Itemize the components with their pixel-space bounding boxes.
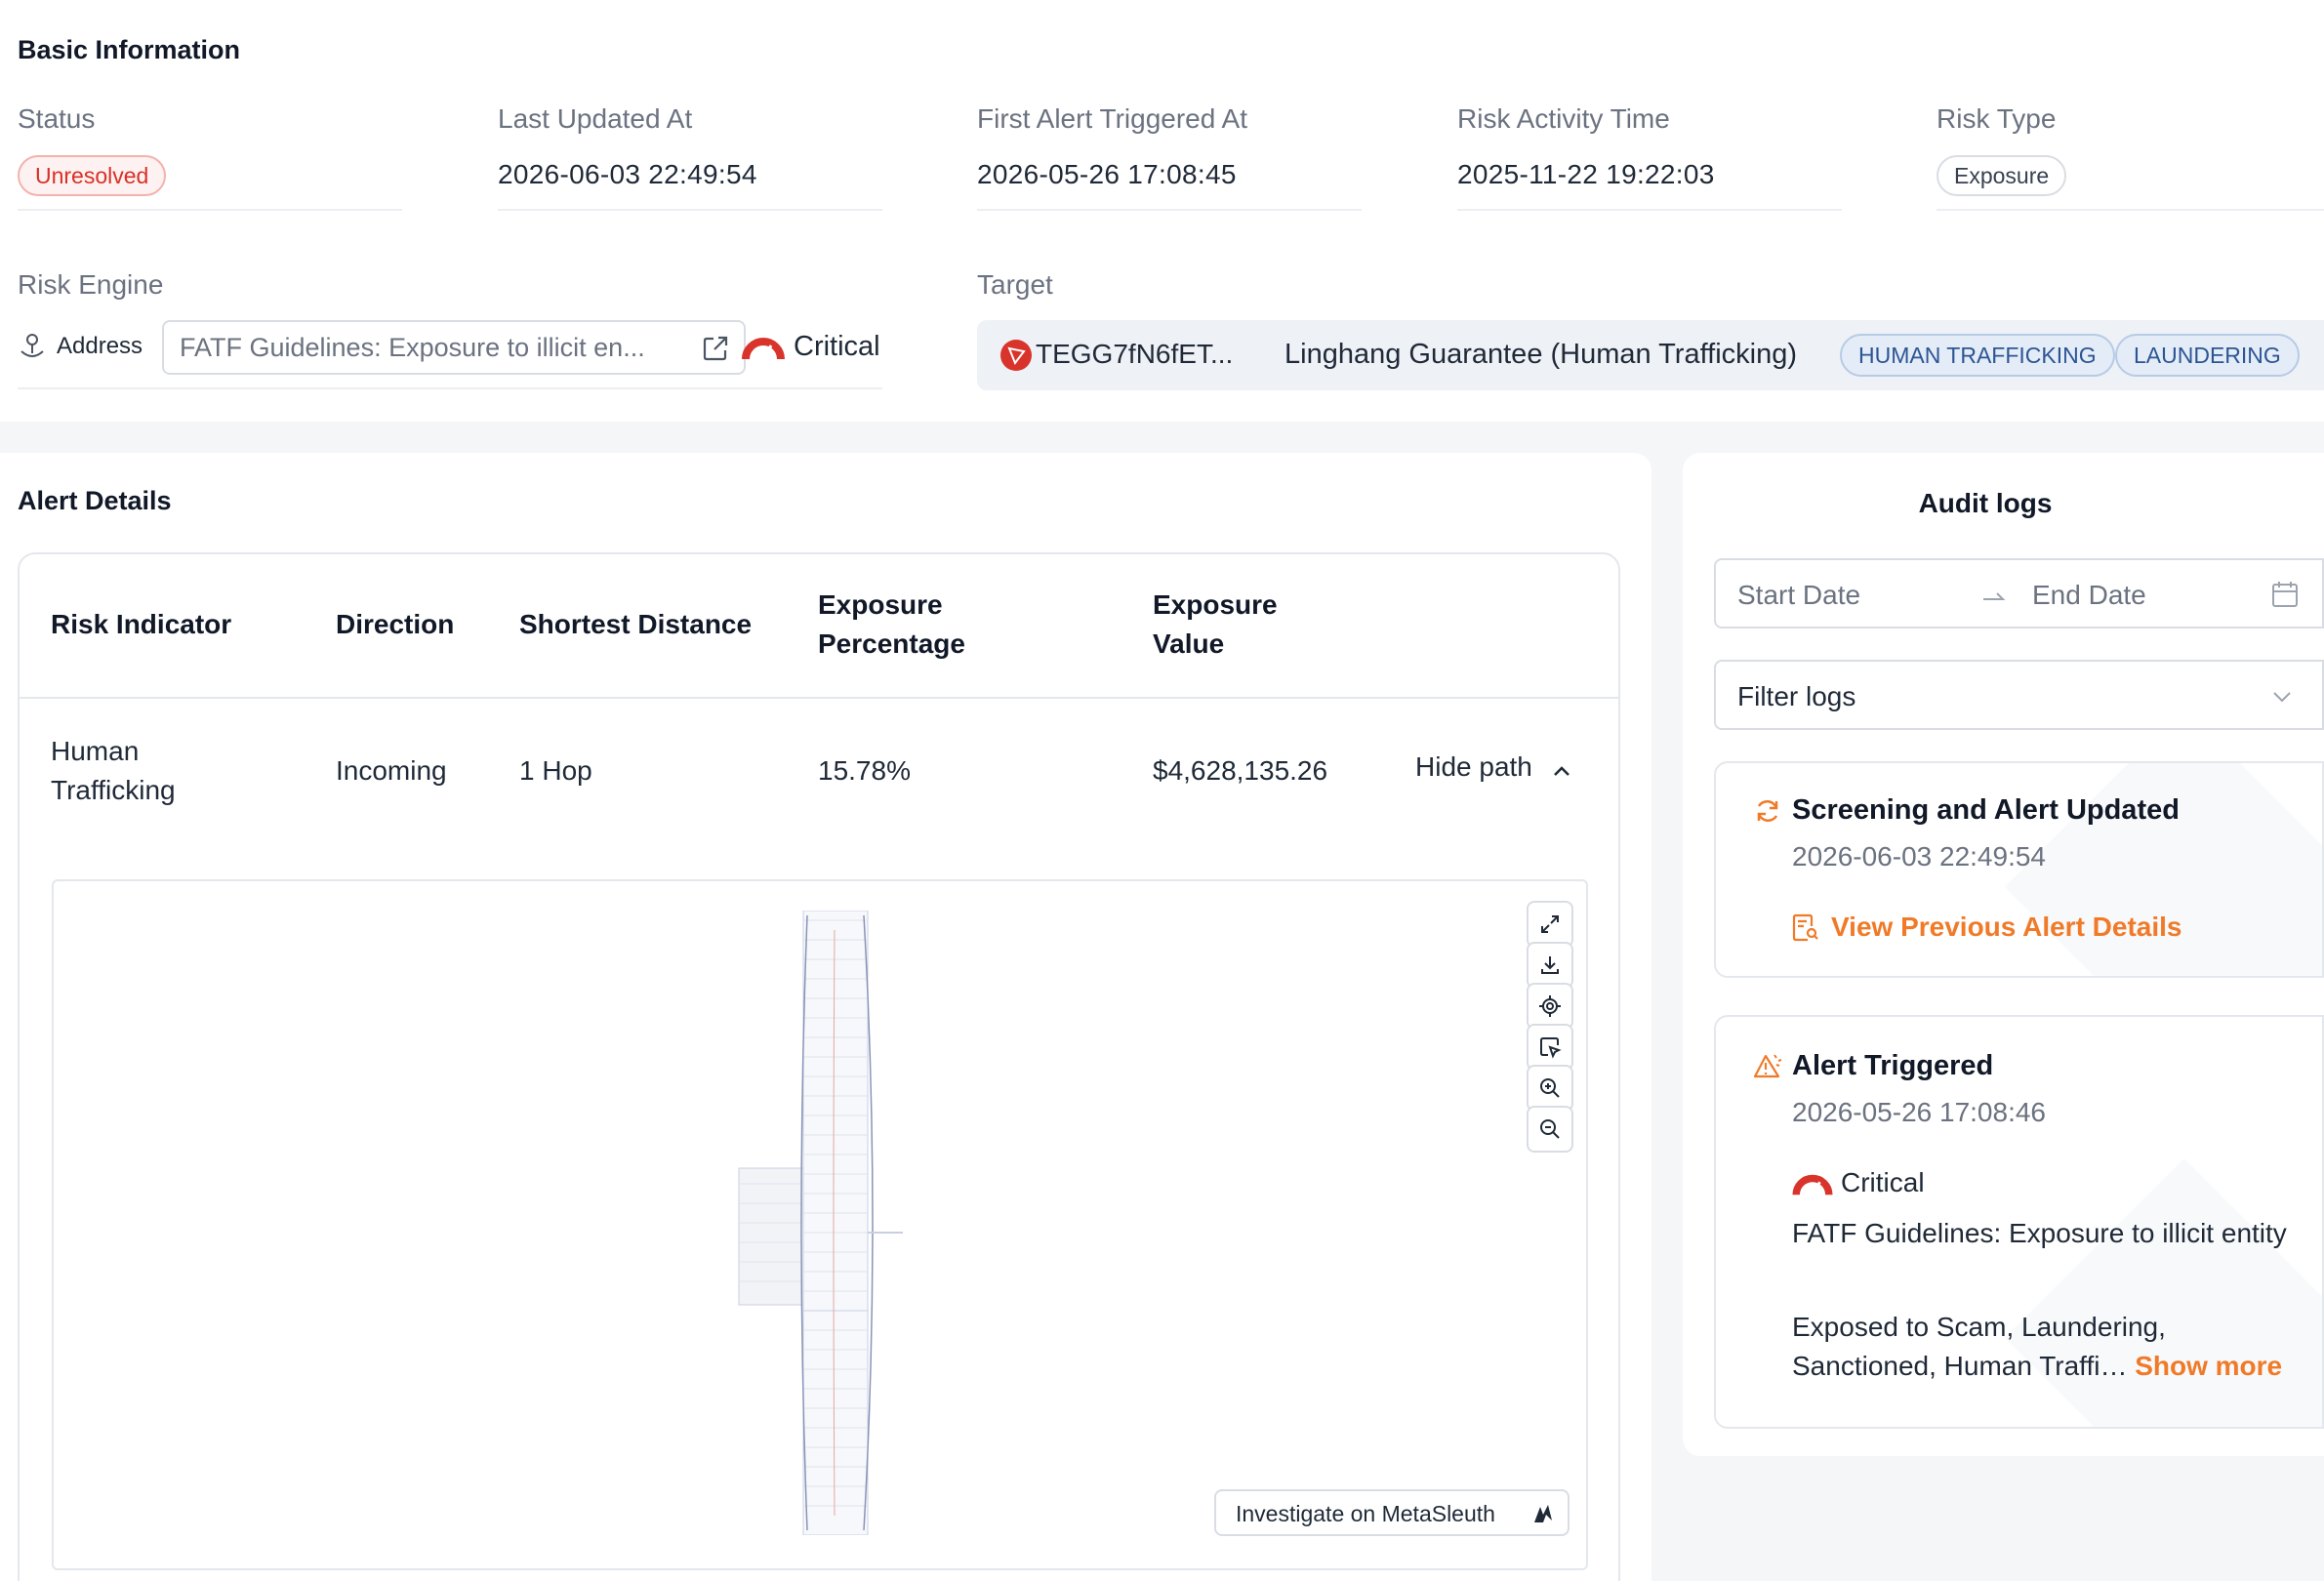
log-rule: FATF Guidelines: Exposure to illicit ent… (1792, 1218, 2287, 1248)
field-divider (1937, 209, 2324, 211)
document-search-icon[interactable] (1792, 913, 1819, 943)
audit-log-item: Screening and Alert Updated 2026-06-03 2… (1714, 761, 2324, 978)
zoom-in-button[interactable] (1527, 1065, 1573, 1112)
log-detail-text: Exposed to Scam, Laundering, Sanctioned,… (1792, 1312, 2166, 1381)
metasleuth-icon (1534, 1505, 1552, 1522)
zoom-in-icon (1540, 1078, 1560, 1098)
cell-shortest-distance: 1 Hop (519, 755, 592, 786)
log-title: Screening and Alert Updated (1792, 794, 2180, 826)
column-header-exposure-value: Exposure Value (1153, 589, 1278, 659)
risk-activity-value: 2025-11-22 19:22:03 (1457, 159, 1715, 189)
cell-exposure-percentage: 15.78% (818, 755, 911, 786)
download-button[interactable] (1527, 942, 1573, 989)
locate-icon (1539, 995, 1561, 1017)
download-icon (1541, 956, 1559, 974)
risk-engine-row: Address FATF Guidelines: Exposure to ill… (18, 320, 886, 375)
log-severity: Critical (1841, 1167, 1925, 1197)
tron-chain-icon (1000, 340, 1032, 371)
risk-engine-severity: Critical (794, 331, 880, 362)
cell-exposure-value: $4,628,135.26 (1153, 755, 1328, 786)
target-entity-name: Linghang Guarantee (Human Trafficking) (1284, 339, 1797, 370)
target-address[interactable]: TEGG7fN6fET... (1036, 339, 1233, 370)
date-range-picker[interactable]: Start Date End Date (1714, 558, 2324, 628)
chevron-up-icon[interactable] (1550, 759, 1573, 783)
filter-logs-placeholder: Filter logs (1737, 681, 1856, 711)
cell-risk-indicator: Human Trafficking (51, 736, 176, 805)
last-updated-value: 2026-06-03 22:49:54 (498, 159, 757, 189)
select-icon (1540, 1037, 1562, 1059)
zoom-out-button[interactable] (1527, 1106, 1573, 1153)
log-timestamp: 2026-06-03 22:49:54 (1792, 841, 2046, 872)
arrow-right-icon (1983, 592, 2006, 600)
column-header-risk-indicator: Risk Indicator (51, 609, 232, 639)
investigate-label: Investigate on MetaSleuth (1236, 1501, 1495, 1526)
critical-gauge-icon (1792, 1174, 1833, 1198)
alert-warning-icon (1753, 1054, 1782, 1078)
investigate-metasleuth-button[interactable]: Investigate on MetaSleuth (1214, 1489, 1570, 1536)
chevron-down-icon[interactable] (2270, 687, 2294, 707)
field-divider (18, 209, 402, 211)
critical-gauge-icon (742, 338, 785, 362)
audit-logs-title: Audit logs (1918, 488, 2053, 518)
calendar-icon (2272, 582, 2298, 607)
address-icon (20, 334, 44, 357)
risk-type-badge: Exposure (1937, 155, 2067, 196)
field-divider (498, 209, 882, 211)
risk-engine-label: Risk Engine (18, 269, 164, 300)
alert-table: Risk Indicator Direction Shortest Distan… (18, 552, 1620, 1581)
refresh-icon (1757, 799, 1778, 823)
locate-button[interactable] (1527, 983, 1573, 1030)
field-divider (977, 209, 1362, 211)
log-detail: Exposed to Scam, Laundering, Sanctioned,… (1792, 1308, 2300, 1386)
column-header-direction: Direction (336, 609, 455, 639)
risk-type-label: Risk Type (1937, 103, 2057, 134)
cell-direction: Incoming (336, 755, 447, 786)
header-divider (20, 697, 1618, 699)
log-timestamp: 2026-05-26 17:08:46 (1792, 1097, 2046, 1127)
field-divider (1457, 209, 1842, 211)
select-button[interactable] (1527, 1024, 1573, 1071)
tag-human-trafficking: HUMAN TRAFFICKING (1840, 334, 2115, 377)
target-label: Target (977, 269, 1053, 300)
hide-path-toggle[interactable]: Hide path (1415, 751, 1532, 783)
status-label: Status (18, 103, 96, 134)
risk-rule-link[interactable]: FATF Guidelines: Exposure to illicit en.… (162, 320, 746, 375)
path-graph-drawing (738, 911, 903, 1535)
target-box: TEGG7fN6fET... Linghang Guarantee (Human… (977, 320, 2324, 390)
end-date-input[interactable]: End Date (2032, 580, 2146, 611)
filter-logs-select[interactable]: Filter logs (1714, 660, 2324, 730)
external-link-icon[interactable] (701, 334, 730, 363)
first-alert-value: 2026-05-26 17:08:45 (977, 159, 1237, 189)
alert-details-title: Alert Details (18, 486, 172, 515)
card-watermark (2004, 1157, 2322, 1427)
column-header-exposure-percentage: Exposure Percentage (818, 589, 965, 659)
show-more-link[interactable]: Show more (2135, 1351, 2282, 1381)
status-badge: Unresolved (18, 155, 167, 196)
expand-button[interactable] (1527, 901, 1573, 948)
address-type-label: Address (57, 333, 143, 359)
expand-icon (1541, 915, 1559, 933)
alert-details-panel: Alert Details Risk Indicator Direction S… (0, 453, 1651, 1581)
view-previous-alert-link[interactable]: View Previous Alert Details (1831, 912, 2182, 943)
audit-log-item: Alert Triggered 2026-05-26 17:08:46 Crit… (1714, 1015, 2324, 1429)
field-divider (18, 387, 882, 389)
path-graph-canvas[interactable]: Investigate on MetaSleuth (52, 879, 1588, 1570)
log-title: Alert Triggered (1792, 1050, 1994, 1081)
risk-activity-label: Risk Activity Time (1457, 103, 1670, 134)
audit-logs-panel: Audit logs Start Date End Date Filter lo… (1683, 453, 2324, 1456)
zoom-out-icon (1540, 1119, 1560, 1139)
tag-laundering: LAUNDERING (2115, 334, 2300, 377)
risk-rule-text: FATF Guidelines: Exposure to illicit en.… (180, 333, 645, 362)
basic-information-panel: Basic Information Status Unresolved Last… (0, 0, 2324, 422)
basic-information-title: Basic Information (18, 35, 241, 64)
last-updated-label: Last Updated At (498, 103, 693, 134)
column-header-shortest-distance: Shortest Distance (519, 609, 753, 639)
first-alert-label: First Alert Triggered At (977, 103, 1247, 134)
start-date-input[interactable]: Start Date (1737, 580, 1860, 611)
